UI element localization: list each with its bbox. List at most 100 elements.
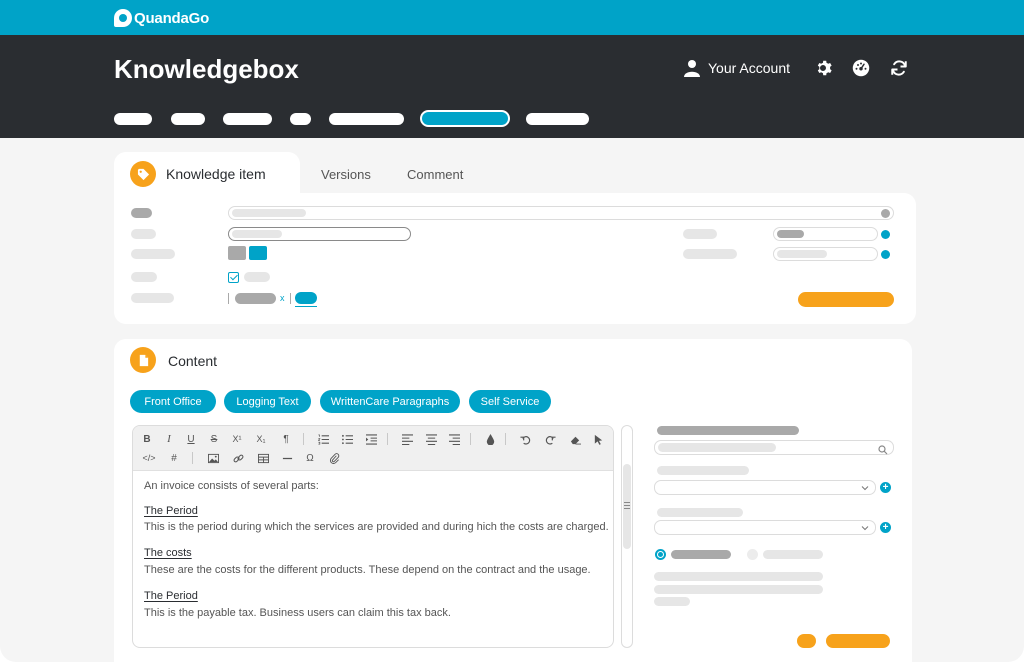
logo-icon [114, 9, 132, 27]
subscript-button[interactable]: X₁ [253, 431, 269, 447]
form-label [131, 229, 156, 239]
chip-front-office[interactable]: Front Office [130, 390, 216, 413]
document-icon [130, 347, 156, 373]
form-label [683, 229, 717, 239]
checkbox-label [244, 272, 270, 282]
bullet-list-icon[interactable] [339, 431, 355, 447]
gear-icon[interactable] [814, 59, 832, 77]
info-dot[interactable] [881, 250, 890, 259]
panel-select[interactable] [654, 480, 876, 495]
form-label [131, 293, 174, 303]
attachment-icon[interactable] [326, 450, 342, 466]
color-swatch-grey[interactable] [228, 246, 246, 260]
dashboard-icon[interactable] [852, 59, 870, 77]
tab-versions[interactable]: Versions [321, 167, 371, 182]
ordered-list-icon[interactable] [315, 431, 331, 447]
content-title: Content [168, 353, 218, 369]
placeholder-bar [654, 585, 823, 594]
add-icon[interactable]: + [880, 482, 891, 493]
add-icon[interactable]: + [880, 522, 891, 533]
tab-label: Knowledge item [166, 166, 266, 182]
nav-item[interactable] [223, 113, 272, 125]
page-title: Knowledgebox [114, 54, 299, 84]
divider [228, 293, 229, 304]
radio-label [671, 550, 731, 559]
secondary-action-button[interactable] [797, 634, 816, 648]
placeholder-bar [777, 250, 827, 258]
brand-bar: QuandaGo [0, 0, 1024, 35]
paragraph-button[interactable]: ¶ [278, 431, 294, 447]
editor-intro: An invoice consists of several parts: [144, 480, 319, 492]
code-view-button[interactable]: </> [141, 450, 157, 466]
underline-button[interactable]: U [183, 431, 199, 447]
search-icon[interactable] [878, 442, 888, 455]
chip-logging-text[interactable]: Logging Text [224, 390, 311, 413]
refresh-icon[interactable] [890, 59, 908, 77]
image-icon[interactable] [205, 450, 221, 466]
rich-text-editor[interactable]: B I U S X¹ X₁ ¶ </> # Ω An invoice consi… [132, 425, 614, 648]
chip-self-service[interactable]: Self Service [469, 390, 551, 413]
editor-toolbar: B I U S X¹ X₁ ¶ </> # Ω [133, 426, 613, 471]
nav-item[interactable] [526, 113, 589, 125]
nav-item[interactable] [114, 113, 152, 125]
chevron-down-icon [861, 486, 869, 491]
nav-item[interactable] [329, 113, 404, 125]
horizontal-rule-icon[interactable] [279, 450, 295, 466]
chip-writtencare-paragraphs[interactable]: WrittenCare Paragraphs [320, 390, 460, 413]
tag-underline [295, 306, 317, 307]
nav-item[interactable] [171, 113, 205, 125]
form-label [657, 466, 749, 475]
indent-icon[interactable] [363, 431, 379, 447]
account-button[interactable]: Your Account [684, 59, 790, 77]
color-swatch-blue[interactable] [249, 246, 267, 260]
bold-button[interactable]: B [139, 431, 155, 447]
tab-knowledge-item[interactable]: Knowledge item [114, 152, 300, 196]
editor-heading: The costs [144, 547, 192, 559]
form-label [683, 249, 737, 259]
table-icon[interactable] [255, 450, 271, 466]
placeholder-bar [658, 443, 776, 452]
nav-item[interactable] [290, 113, 311, 125]
radio-unselected[interactable] [747, 549, 758, 560]
tag-chip[interactable] [235, 293, 276, 304]
undo-icon[interactable] [517, 431, 533, 447]
tab-comment[interactable]: Comment [407, 167, 463, 182]
italic-button[interactable]: I [161, 431, 177, 447]
anchor-button[interactable]: # [166, 450, 182, 466]
brand-logo[interactable]: QuandaGo [114, 8, 209, 28]
remove-tag-icon[interactable]: x [280, 293, 285, 303]
placeholder-bar [654, 572, 823, 581]
form-label [131, 272, 157, 282]
info-dot[interactable] [881, 230, 890, 239]
strikethrough-button[interactable]: S [206, 431, 222, 447]
save-button[interactable] [798, 292, 894, 307]
add-tag-chip[interactable] [295, 292, 317, 304]
align-center-icon[interactable] [423, 431, 439, 447]
nav-item-active[interactable] [420, 110, 510, 127]
editor-paragraph: This is the payable tax. Business users … [144, 607, 451, 619]
eraser-icon[interactable] [567, 431, 583, 447]
placeholder-bar [654, 597, 690, 606]
align-left-icon[interactable] [399, 431, 415, 447]
toolbar-divider [192, 452, 193, 464]
radio-label [763, 550, 823, 559]
radio-selected[interactable] [655, 549, 666, 560]
text-color-icon[interactable] [482, 431, 498, 447]
chevron-down-icon [861, 526, 869, 531]
toolbar-divider [387, 433, 388, 445]
superscript-button[interactable]: X¹ [229, 431, 245, 447]
account-label: Your Account [708, 60, 790, 76]
panel-select[interactable] [654, 520, 876, 535]
redo-icon[interactable] [542, 431, 558, 447]
primary-action-button[interactable] [826, 634, 890, 648]
align-right-icon[interactable] [446, 431, 462, 447]
checkbox[interactable] [228, 272, 239, 283]
panel-resizer[interactable] [621, 425, 633, 648]
title-input[interactable] [228, 206, 894, 220]
placeholder-bar [232, 209, 306, 217]
link-icon[interactable] [230, 450, 246, 466]
tag-icon [130, 161, 156, 187]
special-character-button[interactable]: Ω [302, 450, 318, 466]
user-icon [684, 59, 700, 77]
cursor-icon[interactable] [590, 431, 606, 447]
